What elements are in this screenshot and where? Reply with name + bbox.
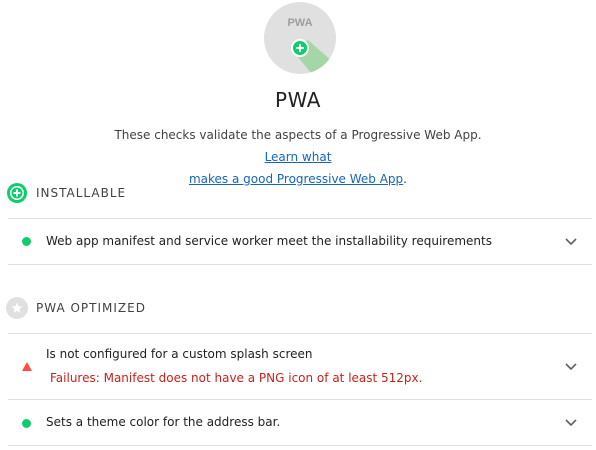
pass-indicator-icon xyxy=(22,237,31,246)
plus-circle-icon xyxy=(6,182,28,204)
audit-splash-screen[interactable]: Is not configured for a custom splash sc… xyxy=(8,334,592,399)
chevron-down-icon[interactable] xyxy=(564,362,578,372)
learn-more-link[interactable]: Learn what makes a good Progressive Web A… xyxy=(189,150,403,186)
group-pwa-optimized-header: PWA OPTIMIZED xyxy=(6,296,146,320)
star-circle-icon xyxy=(6,297,28,319)
audit-title: Is not configured for a custom splash sc… xyxy=(46,347,313,361)
audit-title: Web app manifest and service worker meet… xyxy=(46,234,492,248)
divider xyxy=(8,445,592,446)
divider xyxy=(8,264,592,265)
gauge-label: PWA xyxy=(287,17,312,29)
group-installable-header: INSTALLABLE xyxy=(6,181,126,205)
audit-title: Sets a theme color for the address bar. xyxy=(46,415,281,429)
group-title-installable: INSTALLABLE xyxy=(36,186,127,200)
description-text: These checks validate the aspects of a P… xyxy=(114,128,482,142)
group-title-pwa-optimized: PWA OPTIMIZED xyxy=(36,301,146,315)
chevron-down-icon[interactable] xyxy=(564,418,578,428)
fail-triangle-icon xyxy=(22,362,32,371)
audit-failure-text: Failures: Manifest does not have a PNG i… xyxy=(50,371,423,385)
pwa-badge-gauge: PWA xyxy=(264,2,336,74)
category-description: These checks validate the aspects of a P… xyxy=(114,128,482,186)
pwa-report: PWA PWA These checks validate the aspect… xyxy=(0,0,596,450)
pass-indicator-icon xyxy=(22,419,31,428)
page-title: PWA xyxy=(275,88,321,112)
audit-theme-color[interactable]: Sets a theme color for the address bar. xyxy=(8,400,592,445)
audit-installable-manifest[interactable]: Web app manifest and service worker meet… xyxy=(8,219,592,264)
chevron-down-icon[interactable] xyxy=(564,237,578,247)
